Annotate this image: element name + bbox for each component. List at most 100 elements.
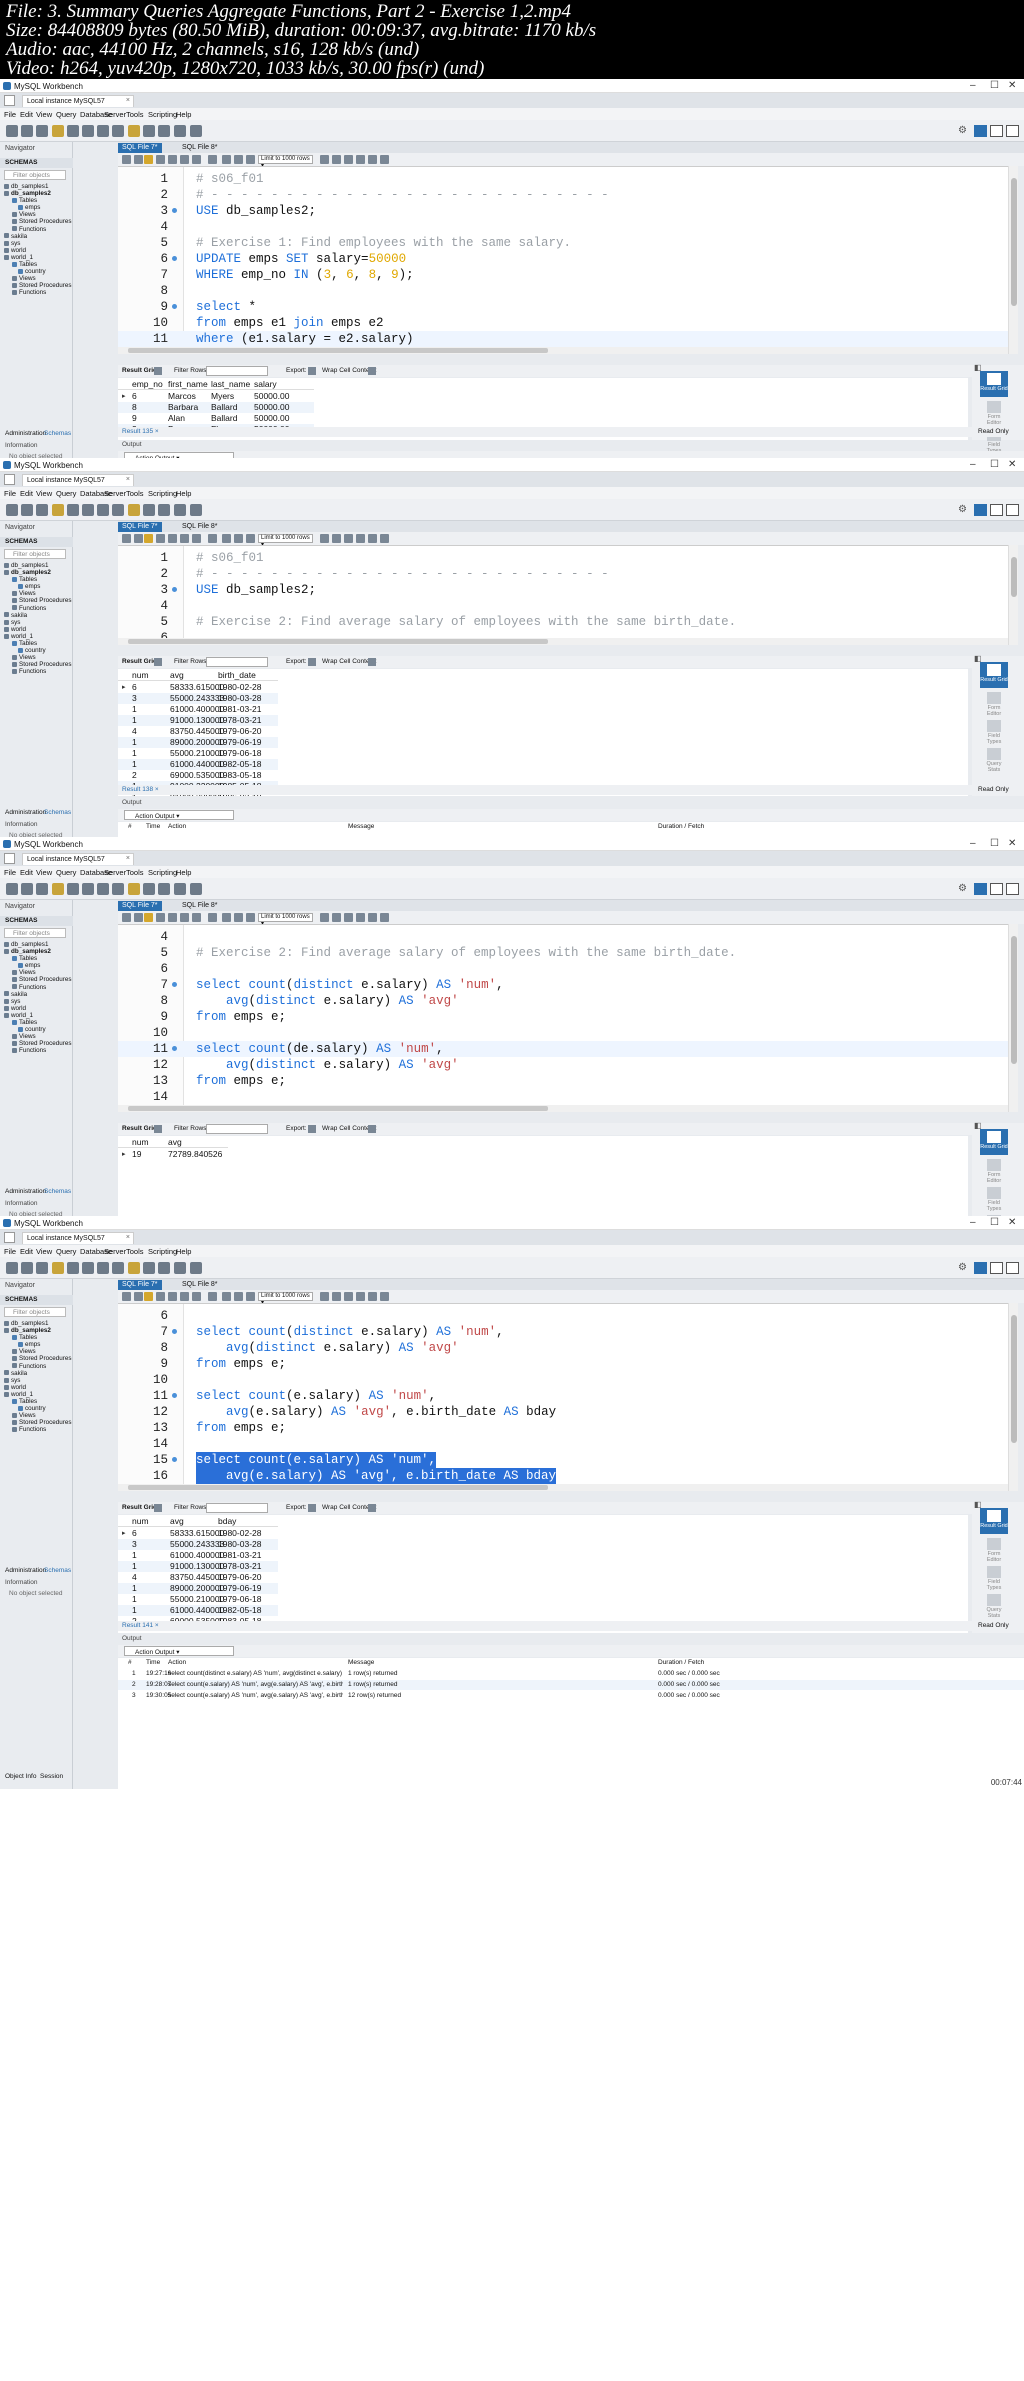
close-button[interactable]: ✕ — [1008, 838, 1016, 849]
schema-tree-item[interactable]: Functions — [4, 1363, 72, 1370]
code-line[interactable]: 10 — [118, 1372, 1008, 1388]
side-tab[interactable]: Query Stats — [980, 1592, 1008, 1619]
session-tab[interactable]: Session — [40, 1773, 63, 1780]
schema-tree-item[interactable]: db_samples1 — [4, 1320, 72, 1327]
code-line[interactable]: 9 from emps e; — [118, 1356, 1008, 1372]
schema-tree-item[interactable]: db_samples1 — [4, 941, 72, 948]
table-cell[interactable]: 89000.200000 — [170, 1583, 224, 1594]
connection-tab[interactable]: Local instance MySQL57 × — [22, 1232, 134, 1244]
table-cell[interactable]: 1980-02-28 — [218, 682, 261, 693]
menu-view[interactable]: View — [36, 110, 52, 119]
code-line[interactable]: 4 — [118, 598, 1008, 614]
scrollbar-thumb[interactable] — [1011, 1315, 1017, 1443]
output-row[interactable]: 2 19:28:07 select count(e.salary) AS 'num'… — [118, 1680, 1024, 1690]
side-tab[interactable]: Result Grid — [980, 1508, 1008, 1534]
limit-rows-select[interactable]: Limit to 1000 rows ▾ — [258, 913, 313, 927]
sql-editor[interactable]: 1 # s06_f01 2 # - - - - - - - - - - - - - -… — [118, 166, 1008, 354]
panel-toggle-icon[interactable] — [1006, 1262, 1019, 1274]
schema-tree-item[interactable]: Tables — [4, 640, 72, 647]
editor-tool-icon[interactable] — [122, 1292, 131, 1301]
table-row[interactable]: ▸ 19 72789.840526 — [118, 1149, 228, 1160]
code-line[interactable]: 4 — [118, 219, 1008, 235]
sql-file-tab[interactable]: SQL File 8* — [178, 1280, 222, 1290]
editor-tool-icon[interactable] — [156, 1292, 165, 1301]
toolbar-icon[interactable] — [128, 504, 140, 516]
maximize-button[interactable]: ☐ — [990, 459, 999, 470]
schema-tree-item[interactable]: world — [4, 626, 72, 633]
menu-query[interactable]: Query — [56, 868, 76, 877]
table-cell[interactable]: 1982-05-18 — [218, 1605, 261, 1616]
toolbar-icon[interactable] — [82, 883, 94, 895]
editor-tool-icon[interactable] — [246, 1292, 255, 1301]
menu-edit[interactable]: Edit — [20, 489, 33, 498]
grid-icon[interactable] — [154, 1504, 162, 1512]
editor-tool-icon[interactable] — [208, 1292, 217, 1301]
panel-toggle-icon[interactable] — [990, 1262, 1003, 1274]
toolbar-icon[interactable] — [97, 1262, 109, 1274]
editor-tool-icon[interactable] — [344, 913, 353, 922]
schema-tree-item[interactable]: Views — [4, 969, 72, 976]
schema-tree-item[interactable]: country — [4, 1026, 72, 1033]
column-header[interactable]: avg — [170, 1516, 184, 1527]
editor-tool-icon[interactable] — [246, 155, 255, 164]
editor-tool-icon[interactable] — [332, 1292, 341, 1301]
toolbar-icon[interactable] — [112, 883, 124, 895]
table-cell[interactable]: Ballard — [211, 402, 237, 413]
editor-tool-icon[interactable] — [368, 155, 377, 164]
editor-hscrollbar[interactable] — [118, 347, 1008, 354]
panel-toggle-icon[interactable] — [974, 125, 987, 137]
table-cell[interactable]: 1 — [132, 737, 137, 748]
table-cell[interactable]: 61000.400000 — [170, 1550, 224, 1561]
table-cell[interactable]: Myers — [211, 391, 234, 402]
editor-scrollbar[interactable] — [1008, 924, 1018, 1112]
schema-tree-item[interactable]: Functions — [4, 984, 72, 991]
toolbar-icon[interactable] — [21, 504, 33, 516]
schema-tree-item[interactable]: sakila — [4, 233, 72, 240]
column-header[interactable]: first_name — [168, 379, 208, 390]
editor-tool-icon[interactable] — [332, 913, 341, 922]
gear-icon[interactable]: ⚙ — [958, 1262, 967, 1273]
code-line[interactable]: 3 USE db_samples2; — [118, 203, 1008, 219]
table-cell[interactable]: 50000.00 — [254, 413, 289, 424]
editor-tool-icon[interactable] — [180, 1292, 189, 1301]
sql-editor[interactable]: 6 7 select count(distinct e.salary) AS 'nu… — [118, 1303, 1008, 1491]
editor-tool-icon[interactable] — [380, 534, 389, 543]
toolbar-icon[interactable] — [190, 883, 202, 895]
editor-tool-icon[interactable] — [144, 155, 153, 164]
editor-tool-icon[interactable] — [368, 913, 377, 922]
editor-tool-icon[interactable] — [168, 913, 177, 922]
code-line[interactable]: 2 # - - - - - - - - - - - - - - - - - - -… — [118, 566, 1008, 582]
wrap-icon[interactable] — [368, 367, 376, 375]
editor-tool-icon[interactable] — [222, 1292, 231, 1301]
editor-tool-icon[interactable] — [156, 913, 165, 922]
editor-tool-icon[interactable] — [320, 1292, 329, 1301]
sql-file-tab[interactable]: SQL File 8* — [178, 901, 222, 911]
editor-tool-icon[interactable] — [320, 534, 329, 543]
menu-server[interactable]: Server — [104, 1247, 126, 1256]
side-tab[interactable]: Result Grid — [980, 371, 1008, 397]
schema-tree-item[interactable]: sys — [4, 998, 72, 1005]
schema-tree-item[interactable]: db_samples2 — [4, 1327, 72, 1334]
schema-tree-item[interactable]: db_samples2 — [4, 948, 72, 955]
table-row[interactable]: 1 61000.400000 1981-03-21 — [118, 1550, 278, 1561]
schema-tree-item[interactable]: db_samples1 — [4, 562, 72, 569]
table-row[interactable]: 2 69000.5350001983-05-18 — [118, 770, 278, 781]
menu-scripting[interactable]: Scripting — [148, 110, 177, 119]
editor-tool-icon[interactable] — [144, 1292, 153, 1301]
code-line[interactable]: 6 — [118, 961, 1008, 977]
code-line[interactable]: 9 select * — [118, 299, 1008, 315]
code-line[interactable]: 9 from emps e; — [118, 1009, 1008, 1025]
toolbar-icon[interactable] — [158, 504, 170, 516]
schema-tree-item[interactable]: country — [4, 647, 72, 654]
table-cell[interactable]: 19 — [132, 1149, 141, 1160]
schema-tree-item[interactable]: Stored Procedures — [4, 218, 72, 225]
schema-tree-item[interactable]: Functions — [4, 1047, 72, 1054]
editor-tool-icon[interactable] — [222, 534, 231, 543]
side-tab[interactable]: Form Editor — [980, 399, 1008, 426]
table-cell[interactable]: Marcos — [168, 391, 196, 402]
menu-scripting[interactable]: Scripting — [148, 1247, 177, 1256]
column-header[interactable]: birth_date — [218, 670, 256, 681]
gear-icon[interactable]: ⚙ — [958, 125, 967, 136]
schema-tree-item[interactable]: world_1 — [4, 633, 72, 640]
schema-tree-item[interactable]: world — [4, 247, 72, 254]
